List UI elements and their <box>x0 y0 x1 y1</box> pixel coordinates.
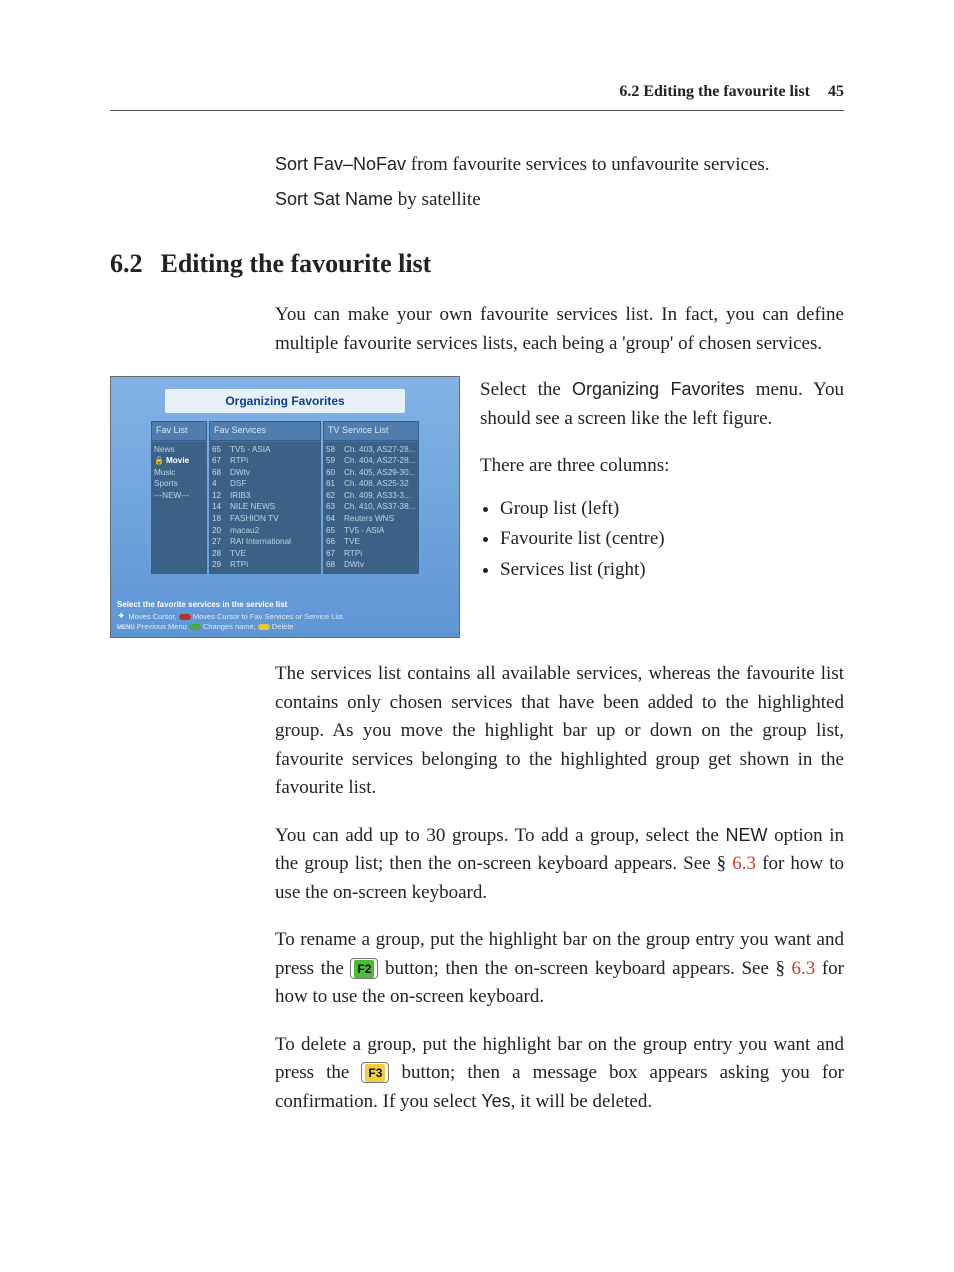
body-paragraph: The services list contains all available… <box>275 660 844 803</box>
fav-list-header: Fav List <box>151 421 207 441</box>
arrow-icon: ✦ <box>117 612 125 622</box>
def-desc: by satellite <box>393 189 481 210</box>
body-paragraph: To delete a group, put the highlight bar… <box>275 1031 844 1117</box>
group-item: Music <box>154 467 204 479</box>
def-term: Sort Sat Name <box>275 189 393 209</box>
red-pill-icon <box>179 614 191 620</box>
screenshot-title: Organizing Favorites <box>165 389 404 413</box>
side-caption: Select the Organizing Favorites menu. Yo… <box>480 376 844 592</box>
f3-key-icon: F3 <box>361 1062 389 1083</box>
body-paragraph: You can add up to 30 groups. To add a gr… <box>275 822 844 908</box>
intro-paragraph: You can make your own favourite services… <box>275 301 844 358</box>
bullet-item: Favourite list (centre) <box>500 525 844 554</box>
f2-key-icon: F2 <box>350 958 378 979</box>
group-item-selected: Movie <box>154 455 204 467</box>
section-heading: 6.2 Editing the favourite list <box>110 244 844 283</box>
fav-services-column: 65TV5 - ASIA 67RTPi 68DWtv 4DSF 12IRIB3 … <box>209 442 321 574</box>
xref-link[interactable]: 6.3 <box>732 853 756 874</box>
fav-list-column: News Movie Music Sports ---NEW--- <box>151 442 207 574</box>
header-section: 6.2 Editing the favourite list <box>619 83 810 100</box>
screenshot-figure: Organizing Favorites Fav List News Movie… <box>110 376 460 638</box>
green-pill-icon <box>189 624 201 630</box>
menu-name: Organizing Favorites <box>572 379 745 399</box>
bullet-item: Services list (right) <box>500 556 844 585</box>
bullet-item: Group list (left) <box>500 495 844 524</box>
section-number: 6.2 <box>110 249 143 278</box>
yes-label: Yes <box>481 1091 510 1111</box>
group-item: ---NEW--- <box>154 490 204 502</box>
page-number: 45 <box>828 83 844 100</box>
def-term: Sort Fav–NoFav <box>275 154 406 174</box>
column-bullets: Group list (left) Favourite list (centre… <box>480 495 844 585</box>
lock-icon <box>154 456 166 465</box>
yellow-pill-icon <box>258 624 270 630</box>
def-desc: from favourite services to unfavourite s… <box>406 154 770 175</box>
section-title-text: Editing the favourite list <box>161 249 432 278</box>
running-header: 6.2 Editing the favourite list 45 <box>110 80 844 111</box>
new-option-label: NEW <box>725 825 767 845</box>
organizing-favorites-screenshot: Organizing Favorites Fav List News Movie… <box>110 376 460 638</box>
group-item: Sports <box>154 478 204 490</box>
body-paragraph: To rename a group, put the highlight bar… <box>275 926 844 1012</box>
screenshot-footer: Select the favorite services in the serv… <box>117 600 453 633</box>
definition-list: Sort Fav–NoFav from favourite services t… <box>275 151 844 214</box>
fav-services-header: Fav Services <box>209 421 321 441</box>
menu-label: MENU <box>117 625 135 631</box>
footer-instruction: Select the favorite services in the serv… <box>117 600 453 610</box>
xref-link[interactable]: 6.3 <box>792 958 816 979</box>
tv-service-list-column: 58Ch. 403, AS27-28... 59Ch. 404, AS27-28… <box>323 442 419 574</box>
tv-service-list-header: TV Service List <box>323 421 419 441</box>
group-item: News <box>154 444 204 456</box>
